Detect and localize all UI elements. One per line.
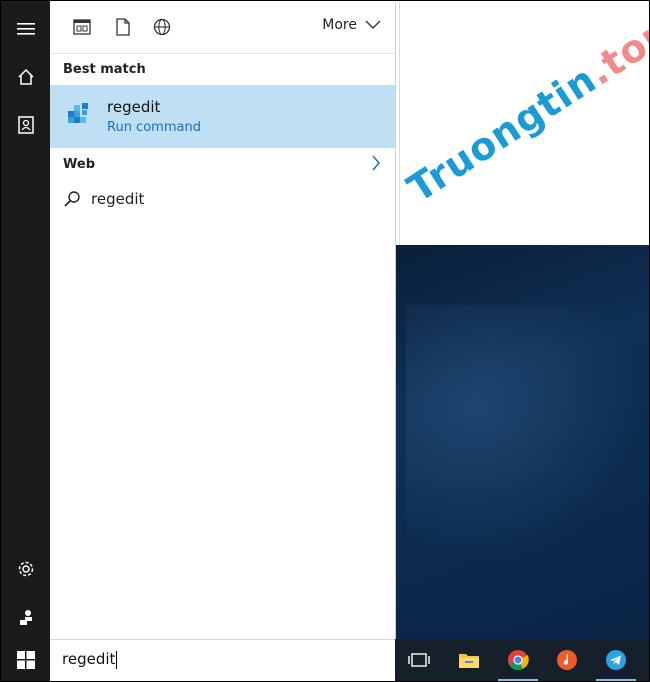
best-match-result[interactable]: regedit Run command xyxy=(50,85,395,148)
home-button[interactable] xyxy=(1,55,50,99)
home-icon xyxy=(17,68,34,85)
music-app-button[interactable] xyxy=(543,639,591,681)
best-match-heading: Best match xyxy=(63,62,146,77)
web-heading: Web xyxy=(63,157,95,172)
file-explorer-icon xyxy=(459,654,479,668)
more-label: More xyxy=(322,17,357,33)
search-box[interactable]: regedit xyxy=(50,639,395,681)
documents-filter-icon xyxy=(116,18,130,36)
text-caret xyxy=(116,650,118,669)
search-input-value: regedit xyxy=(62,650,116,668)
feedback-button[interactable] xyxy=(1,595,50,639)
best-match-title: regedit xyxy=(107,98,161,116)
more-filters-button[interactable]: More xyxy=(322,17,381,33)
search-filter-toolbar: More xyxy=(50,1,395,54)
watermark-text: Truongtin.top xyxy=(399,8,649,211)
web-suggestion-text: regedit xyxy=(91,190,145,208)
music-app-icon xyxy=(557,650,577,670)
regedit-app-icon xyxy=(64,99,92,131)
desktop-background xyxy=(396,245,649,639)
chevron-right-icon xyxy=(372,155,380,171)
best-match-subtitle: Run command xyxy=(107,120,201,135)
windows-logo-icon xyxy=(16,651,35,669)
start-button[interactable] xyxy=(1,639,50,681)
task-view-icon xyxy=(408,653,430,667)
web-section-header[interactable]: Web xyxy=(50,151,395,177)
menu-icon xyxy=(16,23,35,35)
task-view-button[interactable] xyxy=(395,639,443,681)
telegram-icon xyxy=(606,650,626,670)
web-suggestion-item[interactable]: regedit xyxy=(50,185,395,215)
web-filter-button[interactable] xyxy=(150,15,174,39)
apps-filter-button[interactable] xyxy=(70,15,94,39)
feedback-icon xyxy=(19,610,32,625)
taskbar xyxy=(395,639,649,681)
watermark-part-1: Truongtin xyxy=(399,56,605,211)
notebook-icon xyxy=(17,116,34,134)
notebook-button[interactable] xyxy=(1,103,50,147)
chrome-icon xyxy=(508,650,529,671)
menu-button[interactable] xyxy=(1,7,50,51)
settings-button[interactable] xyxy=(1,547,50,591)
web-filter-icon xyxy=(153,18,171,36)
telegram-button[interactable] xyxy=(592,639,640,681)
documents-filter-button[interactable] xyxy=(111,15,135,39)
window-frame: More Best match regedit Run command Web … xyxy=(0,0,650,682)
apps-filter-icon xyxy=(73,19,91,35)
chevron-down-icon xyxy=(365,20,381,29)
settings-icon xyxy=(18,561,33,577)
start-rail xyxy=(1,1,50,639)
search-input[interactable]: regedit xyxy=(62,650,118,669)
file-explorer-button[interactable] xyxy=(445,639,493,681)
chrome-button[interactable] xyxy=(494,639,542,681)
search-results-panel: More Best match regedit Run command Web … xyxy=(50,1,396,639)
search-icon xyxy=(64,191,80,207)
watermark-logo: Truongtin.top xyxy=(399,1,649,245)
